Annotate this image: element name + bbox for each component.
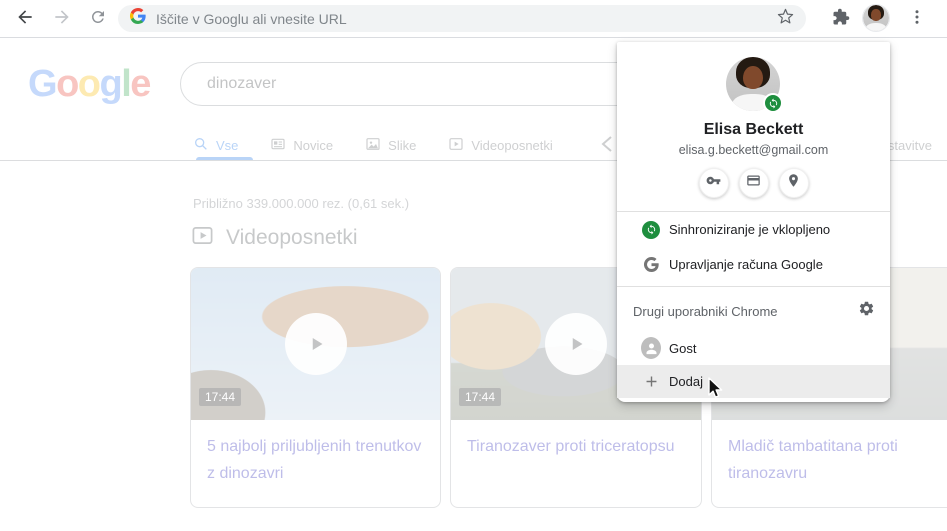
video-title[interactable]: Tiranozaver proti triceratopsu (451, 420, 701, 460)
key-icon (706, 173, 721, 193)
videos-section-icon (191, 224, 214, 252)
guest-label: Gost (669, 340, 697, 356)
tab-vse[interactable]: Vse (193, 131, 238, 160)
address-bar[interactable]: Iščite v Googlu ali vnesite URL (118, 5, 806, 32)
sync-badge-icon (763, 93, 783, 113)
credit-card-icon (746, 173, 761, 193)
reload-icon (89, 8, 107, 31)
search-query: dinozaver (207, 75, 277, 92)
guest-icon (641, 337, 661, 359)
video-duration: 17:44 (459, 388, 502, 406)
profile-avatar-button[interactable] (862, 4, 890, 32)
results-stats: Približno 339.000.000 rez. (0,61 sek.) (193, 196, 410, 211)
profile-menu: Elisa Beckett elisa.g.beckett@gmail.com … (617, 42, 890, 402)
sync-status-label: Sinhroniziranje je vklopljeno (669, 222, 831, 237)
profile-name: Elisa Beckett (703, 121, 804, 138)
profile-menu-avatar (726, 57, 783, 113)
reload-button[interactable] (86, 7, 110, 31)
sync-on-icon (641, 220, 661, 239)
menu-divider (617, 286, 890, 287)
plus-icon (641, 373, 661, 390)
tab-novice[interactable]: Novice (270, 131, 333, 160)
video-title[interactable]: 5 najbolj priljubljenih trenutkov z dino… (191, 420, 440, 487)
forward-icon (52, 7, 72, 32)
tab-slike[interactable]: Slike (365, 131, 416, 160)
avatar (863, 5, 889, 31)
tab-videoposnetki[interactable]: Videoposnetki (448, 131, 553, 160)
address-bar-placeholder: Iščite v Googlu ali vnesite URL (156, 10, 347, 27)
play-icon[interactable] (284, 313, 347, 375)
videos-tab-icon (448, 136, 464, 155)
tab-label: Vse (216, 138, 239, 153)
tab-label: Slike (388, 138, 417, 153)
mouse-cursor (706, 376, 725, 406)
passwords-button[interactable] (698, 168, 729, 198)
browser-menu-button[interactable] (905, 7, 929, 31)
video-thumbnail[interactable]: 17:44 (191, 268, 440, 420)
back-button[interactable] (13, 7, 37, 31)
google-logo[interactable]: Google (28, 63, 151, 106)
forward-button[interactable] (50, 7, 74, 31)
add-person-label: Dodaj (669, 374, 703, 389)
search-tab-icon (193, 136, 209, 155)
guest-row[interactable]: Gost (617, 331, 890, 365)
google-g-icon (641, 257, 661, 272)
manage-users-button[interactable] (856, 301, 876, 321)
videos-section-title: Videoposnetki (226, 226, 358, 249)
manage-account-label: Upravljanje računa Google (669, 257, 823, 272)
news-tab-icon (270, 136, 286, 155)
play-icon[interactable] (545, 313, 607, 375)
manage-account-row[interactable]: Upravljanje računa Google (617, 247, 890, 282)
profile-quick-actions (617, 168, 890, 198)
tab-label: Novice (293, 138, 334, 153)
images-tab-icon (365, 136, 381, 155)
add-person-row[interactable]: Dodaj (617, 365, 890, 398)
tab-label: Videoposnetki (471, 138, 553, 153)
video-title[interactable]: Mladič tambatitana proti tiranozavru (712, 420, 947, 487)
google-favicon (130, 8, 146, 29)
extensions-button[interactable] (829, 7, 853, 31)
puzzle-icon (832, 8, 850, 31)
gear-icon (858, 300, 875, 322)
result-tabs: Vse Novice Slike Videoposnetki (193, 131, 553, 160)
video-duration: 17:44 (199, 388, 242, 406)
video-card[interactable]: 17:44 5 najbolj priljubljenih trenutkov … (190, 267, 441, 508)
sync-status-row[interactable]: Sinhroniziranje je vklopljeno (617, 212, 890, 247)
other-users-header: Drugi uporabniki Chrome (633, 304, 778, 319)
location-pin-icon (786, 173, 801, 193)
back-icon (15, 7, 35, 32)
payment-methods-button[interactable] (738, 168, 769, 198)
bookmark-star-icon[interactable] (777, 8, 794, 30)
profile-email: elisa.g.beckett@gmail.com (678, 143, 829, 157)
kebab-menu-icon (908, 8, 926, 31)
videos-section-header: Videoposnetki (191, 224, 358, 252)
addresses-button[interactable] (778, 168, 809, 198)
partial-tab-icon (598, 134, 614, 159)
browser-toolbar: Iščite v Googlu ali vnesite URL (0, 0, 947, 38)
